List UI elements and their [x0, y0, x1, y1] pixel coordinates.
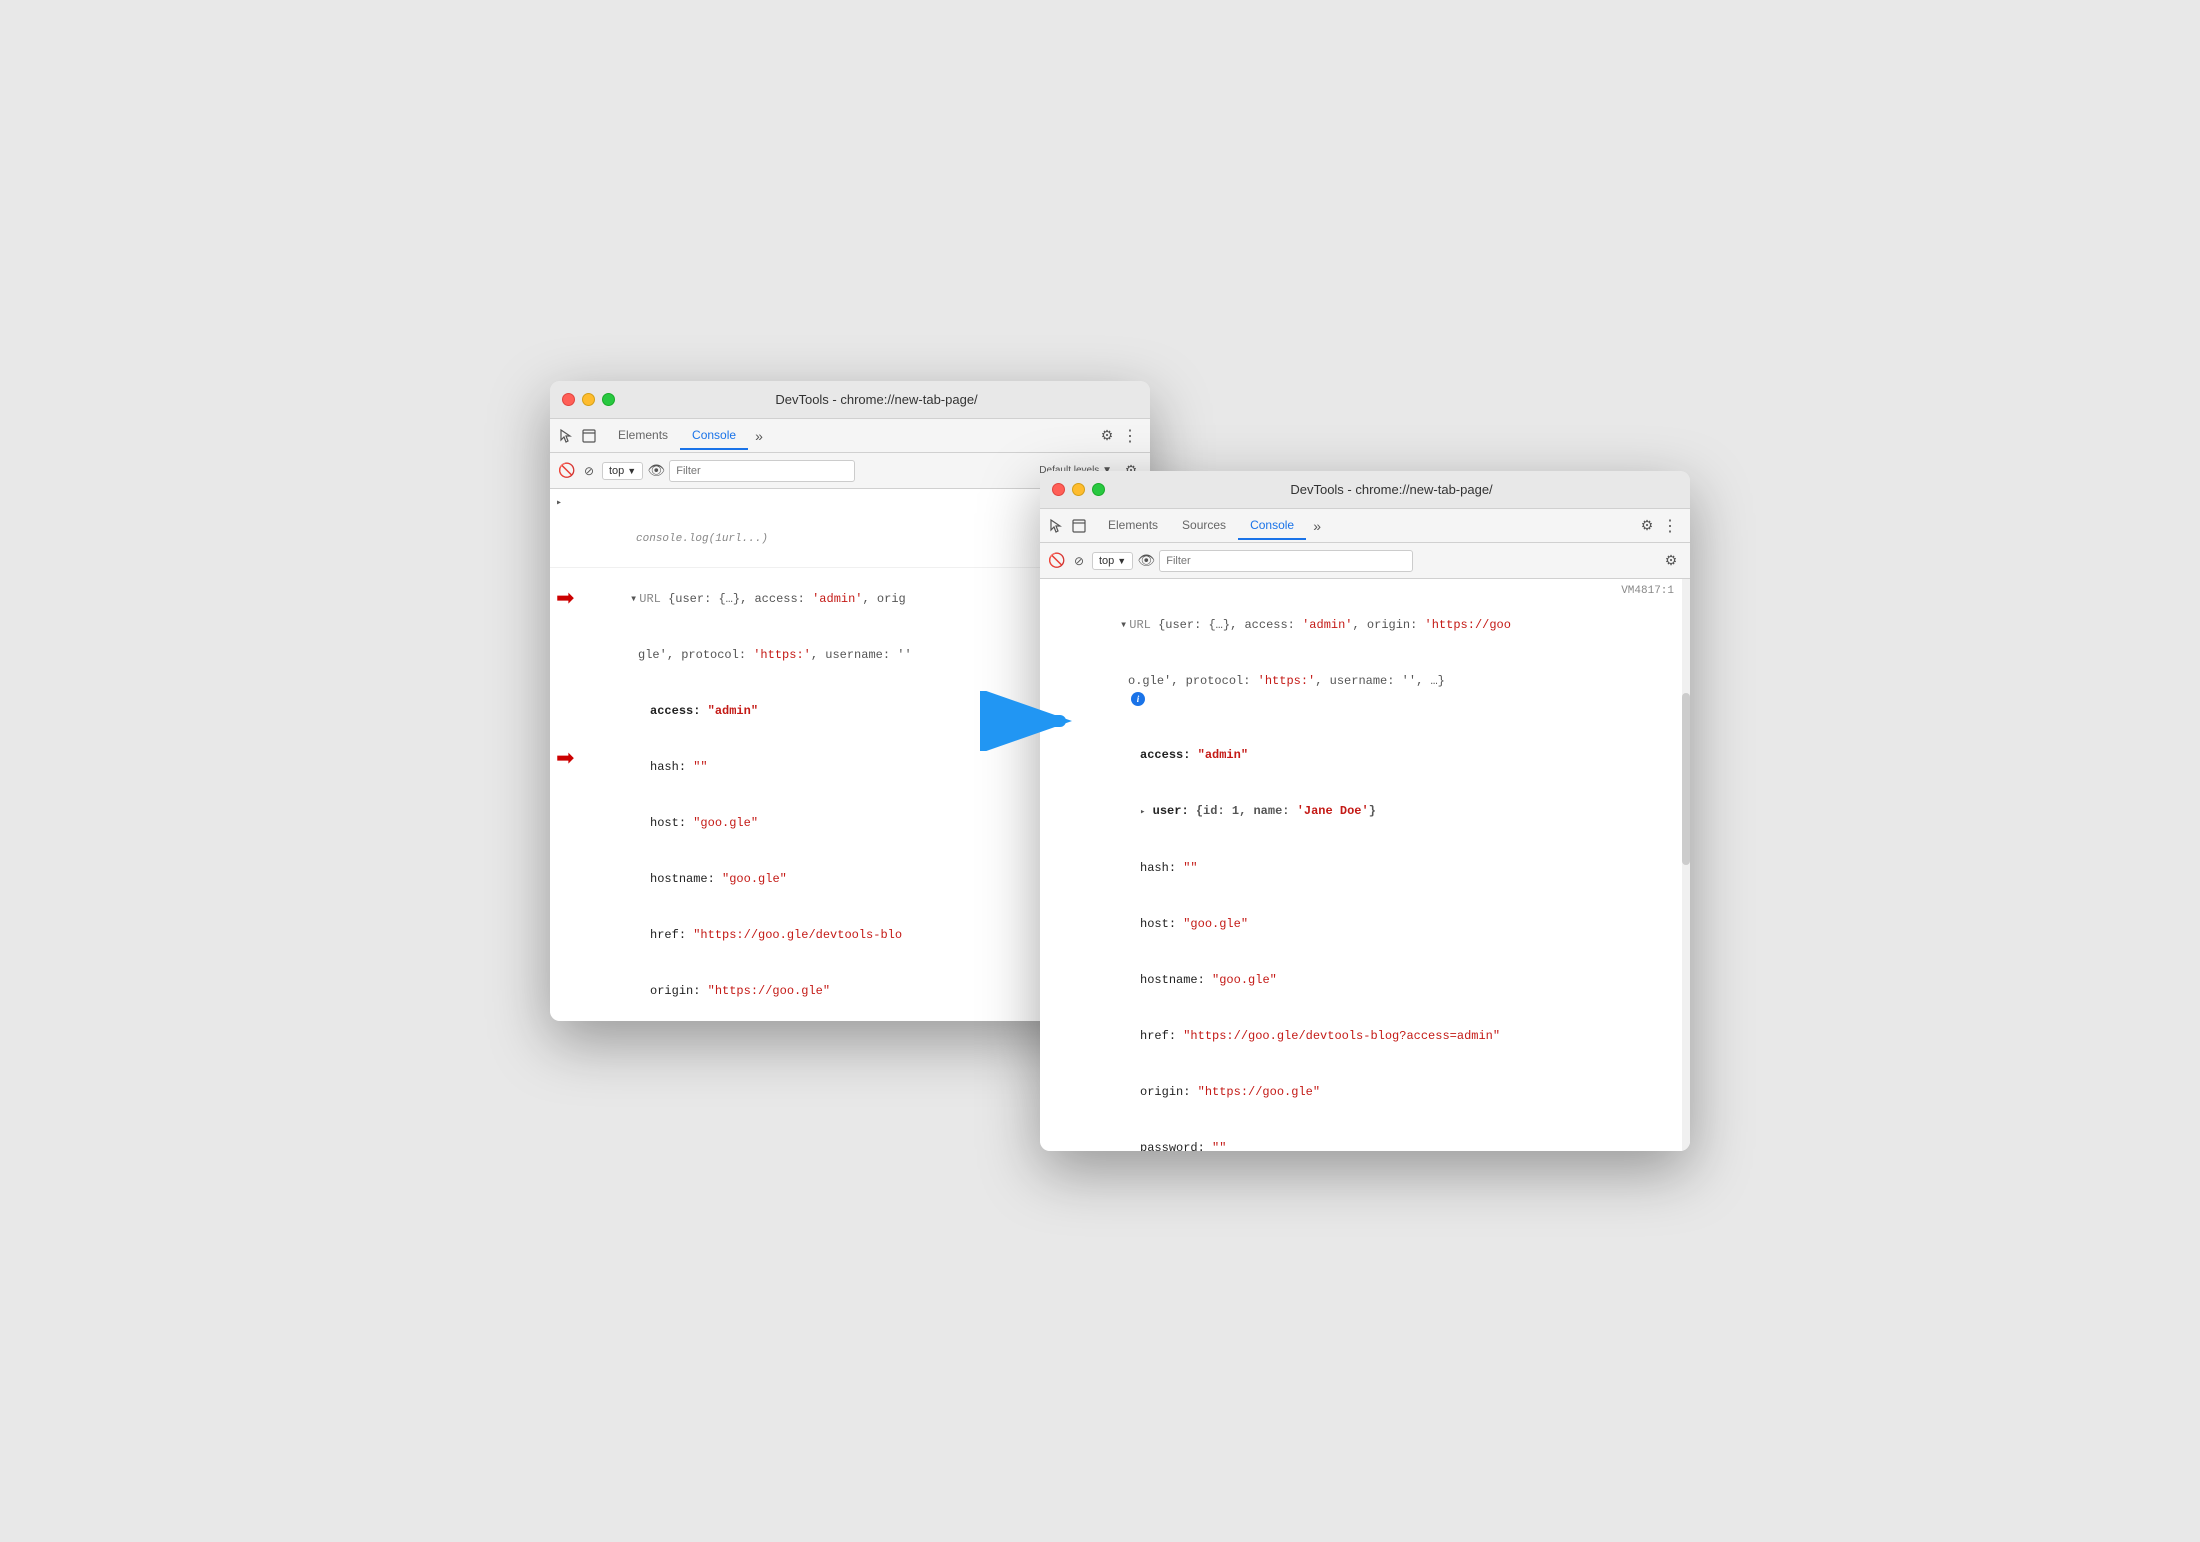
eye-icon-right[interactable]: 👁	[1137, 552, 1155, 570]
eye-icon-left[interactable]: 👁	[647, 462, 665, 480]
dock-icon-right[interactable]	[1070, 517, 1088, 535]
cursor-icon-right[interactable]	[1048, 517, 1066, 535]
context-selector-right[interactable]: top ▼	[1092, 552, 1133, 570]
tab-console-right[interactable]: Console	[1238, 512, 1306, 540]
prop-origin-right: origin: "https://goo.gle"	[1040, 1064, 1690, 1120]
traffic-lights-right	[1052, 483, 1105, 496]
console-output-right: VM4817:1 ▾URL {user: {…}, access: 'admin…	[1040, 579, 1690, 1151]
chevron-down-icon-left: ▼	[627, 466, 636, 476]
tab-sources-right[interactable]: Sources	[1170, 512, 1238, 540]
settings-button-right[interactable]: ⚙	[1636, 515, 1658, 537]
settings-button-left[interactable]: ⚙	[1096, 425, 1118, 447]
minimize-button-left[interactable]	[582, 393, 595, 406]
minimize-button-right[interactable]	[1072, 483, 1085, 496]
red-arrow-user: ➡	[556, 747, 574, 769]
top-label-right: top	[1099, 555, 1114, 567]
prop-password-right: password: ""	[1040, 1120, 1690, 1151]
block-icon-left[interactable]: ⊘	[580, 462, 598, 480]
chevron-down-icon-right: ▼	[1117, 556, 1126, 566]
tab-console-left[interactable]: Console	[680, 422, 748, 450]
close-button-right[interactable]	[1052, 483, 1065, 496]
top-label-left: top	[609, 465, 624, 477]
titlebar-right: DevTools - chrome://new-tab-page/	[1040, 471, 1690, 509]
prop-access-right: access: "admin"	[1040, 727, 1690, 783]
more-tabs-left[interactable]: »	[750, 427, 768, 445]
window-title-left: DevTools - chrome://new-tab-page/	[615, 392, 1138, 407]
tab-bar-right: Elements Sources Console » ⚙ ⋮	[1040, 509, 1690, 543]
console-settings-right[interactable]: ⚙	[1660, 550, 1682, 572]
url-object-cont-right: o.gle', protocol: 'https:', username: ''…	[1040, 653, 1690, 727]
prop-hostname-right: hostname: "goo.gle"	[1040, 952, 1690, 1008]
clear-console-right[interactable]: 🚫	[1048, 552, 1066, 570]
block-icon-right[interactable]: ⊘	[1070, 552, 1088, 570]
tab-elements-right[interactable]: Elements	[1096, 512, 1170, 540]
info-icon-right[interactable]: i	[1131, 692, 1145, 706]
prop-hash-right: hash: ""	[1040, 840, 1690, 896]
filter-input-left[interactable]	[669, 460, 855, 482]
devtools-window-right: DevTools - chrome://new-tab-page/ Elemen…	[1040, 471, 1690, 1151]
more-tabs-right[interactable]: »	[1308, 517, 1326, 535]
prop-href-right: href: "https://goo.gle/devtools-blog?acc…	[1040, 1008, 1690, 1064]
filter-input-right[interactable]	[1159, 550, 1412, 572]
dock-icon-left[interactable]	[580, 427, 598, 445]
console-content-right: VM4817:1 ▾URL {user: {…}, access: 'admin…	[1040, 579, 1690, 1151]
tab-bar-left: Elements Console » ⚙ ⋮	[550, 419, 1150, 453]
prop-user-right: ▸ user: {id: 1, name: 'Jane Doe'}	[1040, 783, 1690, 840]
more-options-right[interactable]: ⋮	[1658, 516, 1682, 536]
scrollbar-thumb-right[interactable]	[1682, 693, 1690, 865]
titlebar-left: DevTools - chrome://new-tab-page/	[550, 381, 1150, 419]
maximize-button-right[interactable]	[1092, 483, 1105, 496]
expand-icon[interactable]: ▸	[556, 495, 562, 513]
vm-ref: VM4817:1	[1040, 583, 1690, 597]
close-button-left[interactable]	[562, 393, 575, 406]
traffic-lights-left	[562, 393, 615, 406]
cursor-icon-left[interactable]	[558, 427, 576, 445]
red-arrow-access: ➡	[556, 587, 574, 609]
transition-arrow-container	[980, 691, 1080, 756]
more-options-left[interactable]: ⋮	[1118, 426, 1142, 446]
url-object-header-right: ▾URL {user: {…}, access: 'admin', origin…	[1040, 597, 1690, 653]
maximize-button-left[interactable]	[602, 393, 615, 406]
transition-arrow	[980, 691, 1080, 751]
clear-console-left[interactable]: 🚫	[558, 462, 576, 480]
scrollbar-track-right	[1682, 579, 1690, 1151]
console-toolbar-right: 🚫 ⊘ top ▼ 👁 ⚙	[1040, 543, 1690, 579]
window-title-right: DevTools - chrome://new-tab-page/	[1105, 482, 1678, 497]
tab-elements-left[interactable]: Elements	[606, 422, 680, 450]
context-selector-left[interactable]: top ▼	[602, 462, 643, 480]
prop-host-right: host: "goo.gle"	[1040, 896, 1690, 952]
